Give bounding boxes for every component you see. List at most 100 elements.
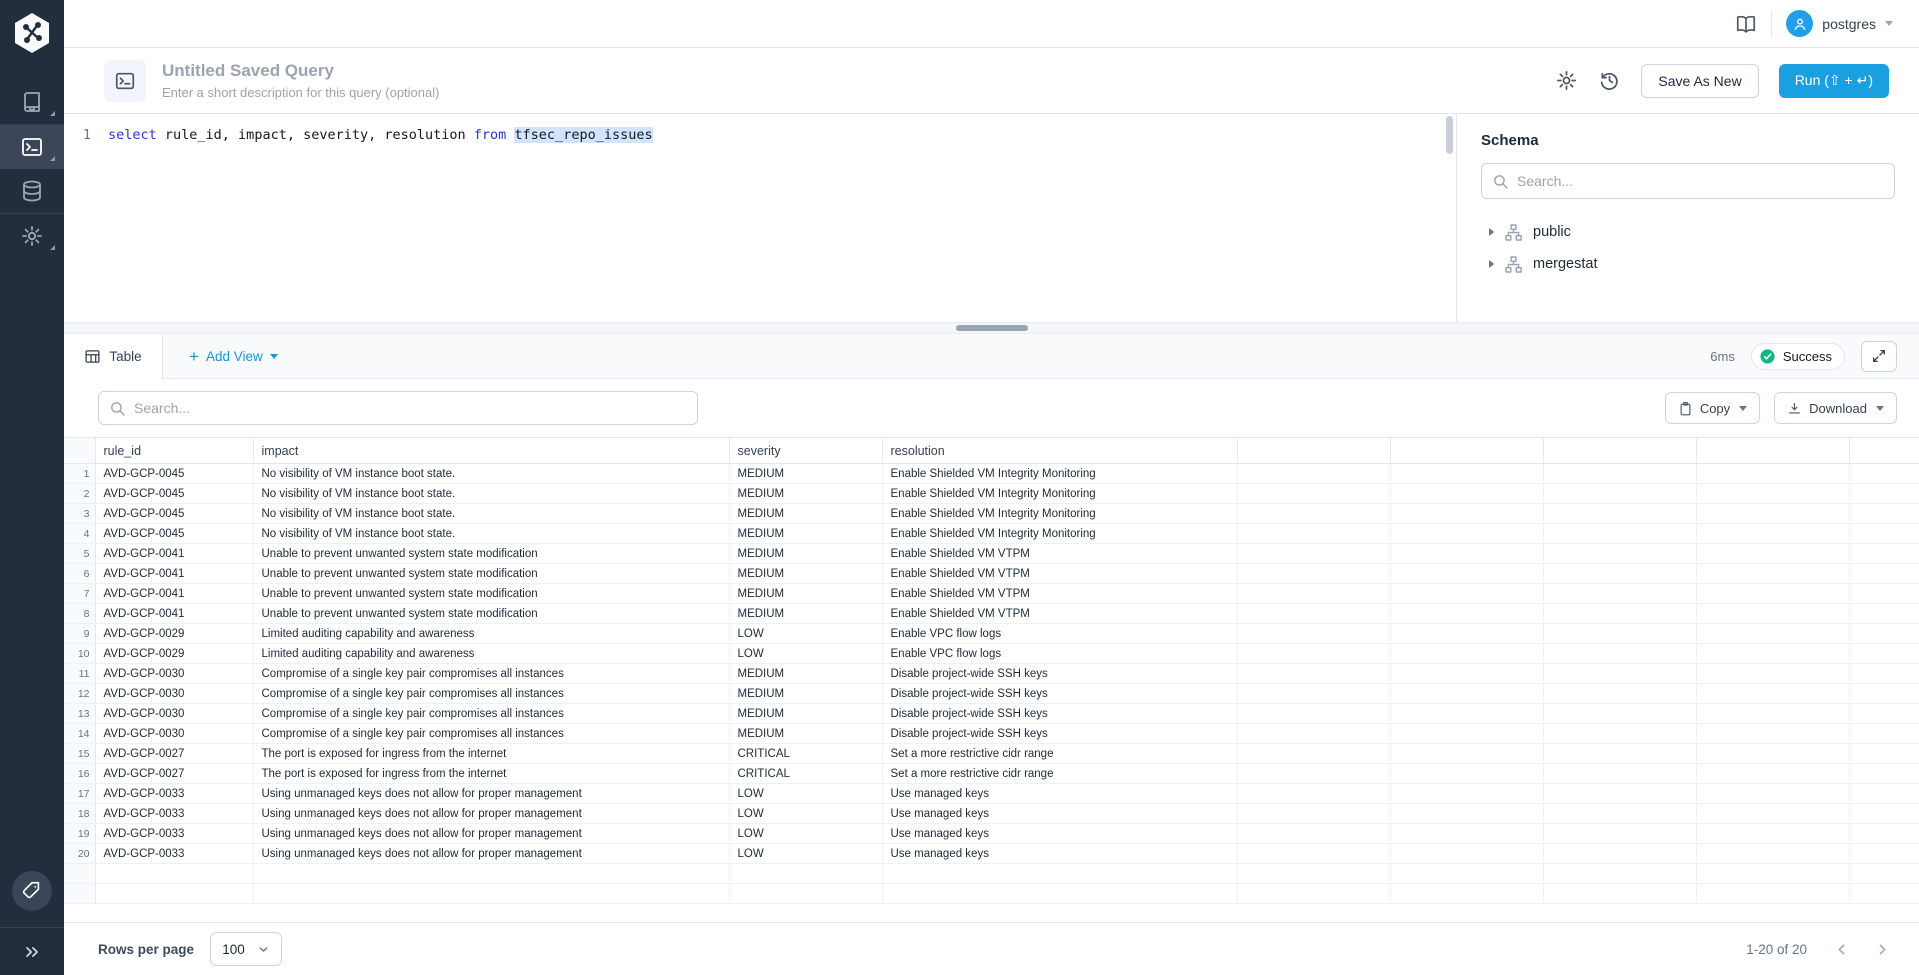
search-icon (109, 400, 126, 417)
cell-empty (1849, 584, 1919, 604)
tab-table[interactable]: Table (64, 334, 163, 379)
user-menu[interactable]: postgres (1786, 10, 1893, 37)
cell: Using unmanaged keys does not allow for … (253, 824, 729, 844)
table-row: 1AVD-GCP-0045No visibility of VM instanc… (64, 464, 1919, 484)
cell-empty (1696, 844, 1849, 864)
code-token-plain: rule_id, impact, severity, resolution (157, 127, 474, 143)
cell-empty (1543, 584, 1696, 604)
query-settings-button[interactable] (1555, 69, 1578, 92)
docs-button[interactable] (1735, 13, 1757, 35)
query-description-placeholder[interactable]: Enter a short description for this query… (162, 85, 439, 100)
query-title[interactable]: Untitled Saved Query (162, 61, 439, 81)
rows-per-page-select[interactable]: 100 (210, 932, 282, 966)
code-token-keyword: from (474, 127, 507, 143)
results-search-input[interactable] (134, 400, 687, 416)
cell-empty (1237, 604, 1390, 624)
cell-empty (1237, 524, 1390, 544)
cell-empty (1543, 684, 1696, 704)
schema-search-input[interactable] (1517, 173, 1884, 189)
sidebar-item-queries[interactable] (0, 125, 64, 169)
add-view-button[interactable]: + Add View (163, 334, 304, 378)
cell-empty (1237, 824, 1390, 844)
split-drag-handle[interactable] (956, 325, 1028, 331)
row-number (64, 864, 95, 884)
cell-empty (1696, 744, 1849, 764)
sidebar-item-connections[interactable] (0, 169, 64, 213)
table-row: 20AVD-GCP-0033Using unmanaged keys does … (64, 844, 1919, 864)
cell: AVD-GCP-0045 (95, 504, 253, 524)
mergestat-logo[interactable] (13, 0, 51, 80)
cell-empty (1237, 684, 1390, 704)
results-footer: Rows per page 100 1-20 of 20 (64, 922, 1919, 975)
cell: AVD-GCP-0033 (95, 844, 253, 864)
cell: Enable Shielded VM VTPM (882, 564, 1237, 584)
gear-icon (20, 224, 44, 248)
cell: MEDIUM (729, 484, 882, 504)
cell-empty (1543, 764, 1696, 784)
chevron-down-icon (257, 943, 270, 956)
cell-empty (1849, 784, 1919, 804)
cell: AVD-GCP-0041 (95, 564, 253, 584)
cell: AVD-GCP-0033 (95, 824, 253, 844)
cell: AVD-GCP-0029 (95, 644, 253, 664)
column-header-empty (1543, 438, 1696, 464)
check-circle-icon (1759, 348, 1776, 365)
cell: Unable to prevent unwanted system state … (253, 604, 729, 624)
cell: Disable project-wide SSH keys (882, 684, 1237, 704)
cell-empty (1237, 484, 1390, 504)
table-row: 16AVD-GCP-0027The port is exposed for in… (64, 764, 1919, 784)
cell-empty (1849, 524, 1919, 544)
cell: AVD-GCP-0029 (95, 624, 253, 644)
cell-empty (1543, 704, 1696, 724)
download-button[interactable]: Download (1774, 392, 1897, 424)
tag-icon (21, 880, 43, 902)
cell-empty (1237, 844, 1390, 864)
expand-arrows-icon (1871, 348, 1887, 364)
cell-empty (1237, 584, 1390, 604)
cell-empty (1696, 724, 1849, 744)
column-header-empty (1390, 438, 1543, 464)
chevron-right-icon (1489, 260, 1494, 268)
row-number: 9 (64, 624, 95, 644)
cell: Disable project-wide SSH keys (882, 704, 1237, 724)
cell: AVD-GCP-0041 (95, 584, 253, 604)
row-number: 16 (64, 764, 95, 784)
editor-scrollbar[interactable] (1446, 116, 1453, 154)
sidebar-collapse-button[interactable] (0, 927, 64, 975)
cell-empty (1543, 824, 1696, 844)
row-number: 8 (64, 604, 95, 624)
save-as-new-button[interactable]: Save As New (1641, 64, 1758, 98)
cell: Use managed keys (882, 784, 1237, 804)
cell-empty (1696, 824, 1849, 844)
schema-item-public[interactable]: public (1481, 219, 1895, 245)
cell-empty (1543, 884, 1696, 904)
copy-button[interactable]: Copy (1665, 392, 1760, 424)
run-button[interactable]: Run (⇧ + ↵) (1779, 64, 1889, 98)
cell: MEDIUM (729, 684, 882, 704)
cell-empty (1390, 484, 1543, 504)
sidebar-item-tags[interactable] (12, 871, 52, 911)
open-book-icon (1735, 13, 1757, 35)
cell-empty (1237, 664, 1390, 684)
sidebar-item-repos[interactable] (0, 80, 64, 124)
cell-empty (1237, 744, 1390, 764)
cell-empty (882, 864, 1237, 884)
chevron-down-icon (1739, 406, 1747, 411)
column-header-resolution: resolution (882, 438, 1237, 464)
cell-empty (1237, 644, 1390, 664)
cell: AVD-GCP-0041 (95, 544, 253, 564)
terminal-icon (114, 70, 136, 92)
query-duration: 6ms (1710, 349, 1735, 364)
sidebar-item-settings[interactable] (0, 214, 64, 258)
editor-schema-split: 1 select rule_id, impact, severity, reso… (64, 114, 1919, 322)
row-number: 6 (64, 564, 95, 584)
query-history-button[interactable] (1598, 69, 1621, 92)
sql-editor[interactable]: 1 select rule_id, impact, severity, reso… (64, 114, 1456, 322)
expand-results-button[interactable] (1861, 341, 1897, 372)
cell: LOW (729, 824, 882, 844)
next-page-button[interactable] (1870, 937, 1895, 962)
row-number: 17 (64, 784, 95, 804)
schema-item-mergestat[interactable]: mergestat (1481, 251, 1895, 277)
cell-empty (1849, 844, 1919, 864)
previous-page-button[interactable] (1829, 937, 1854, 962)
